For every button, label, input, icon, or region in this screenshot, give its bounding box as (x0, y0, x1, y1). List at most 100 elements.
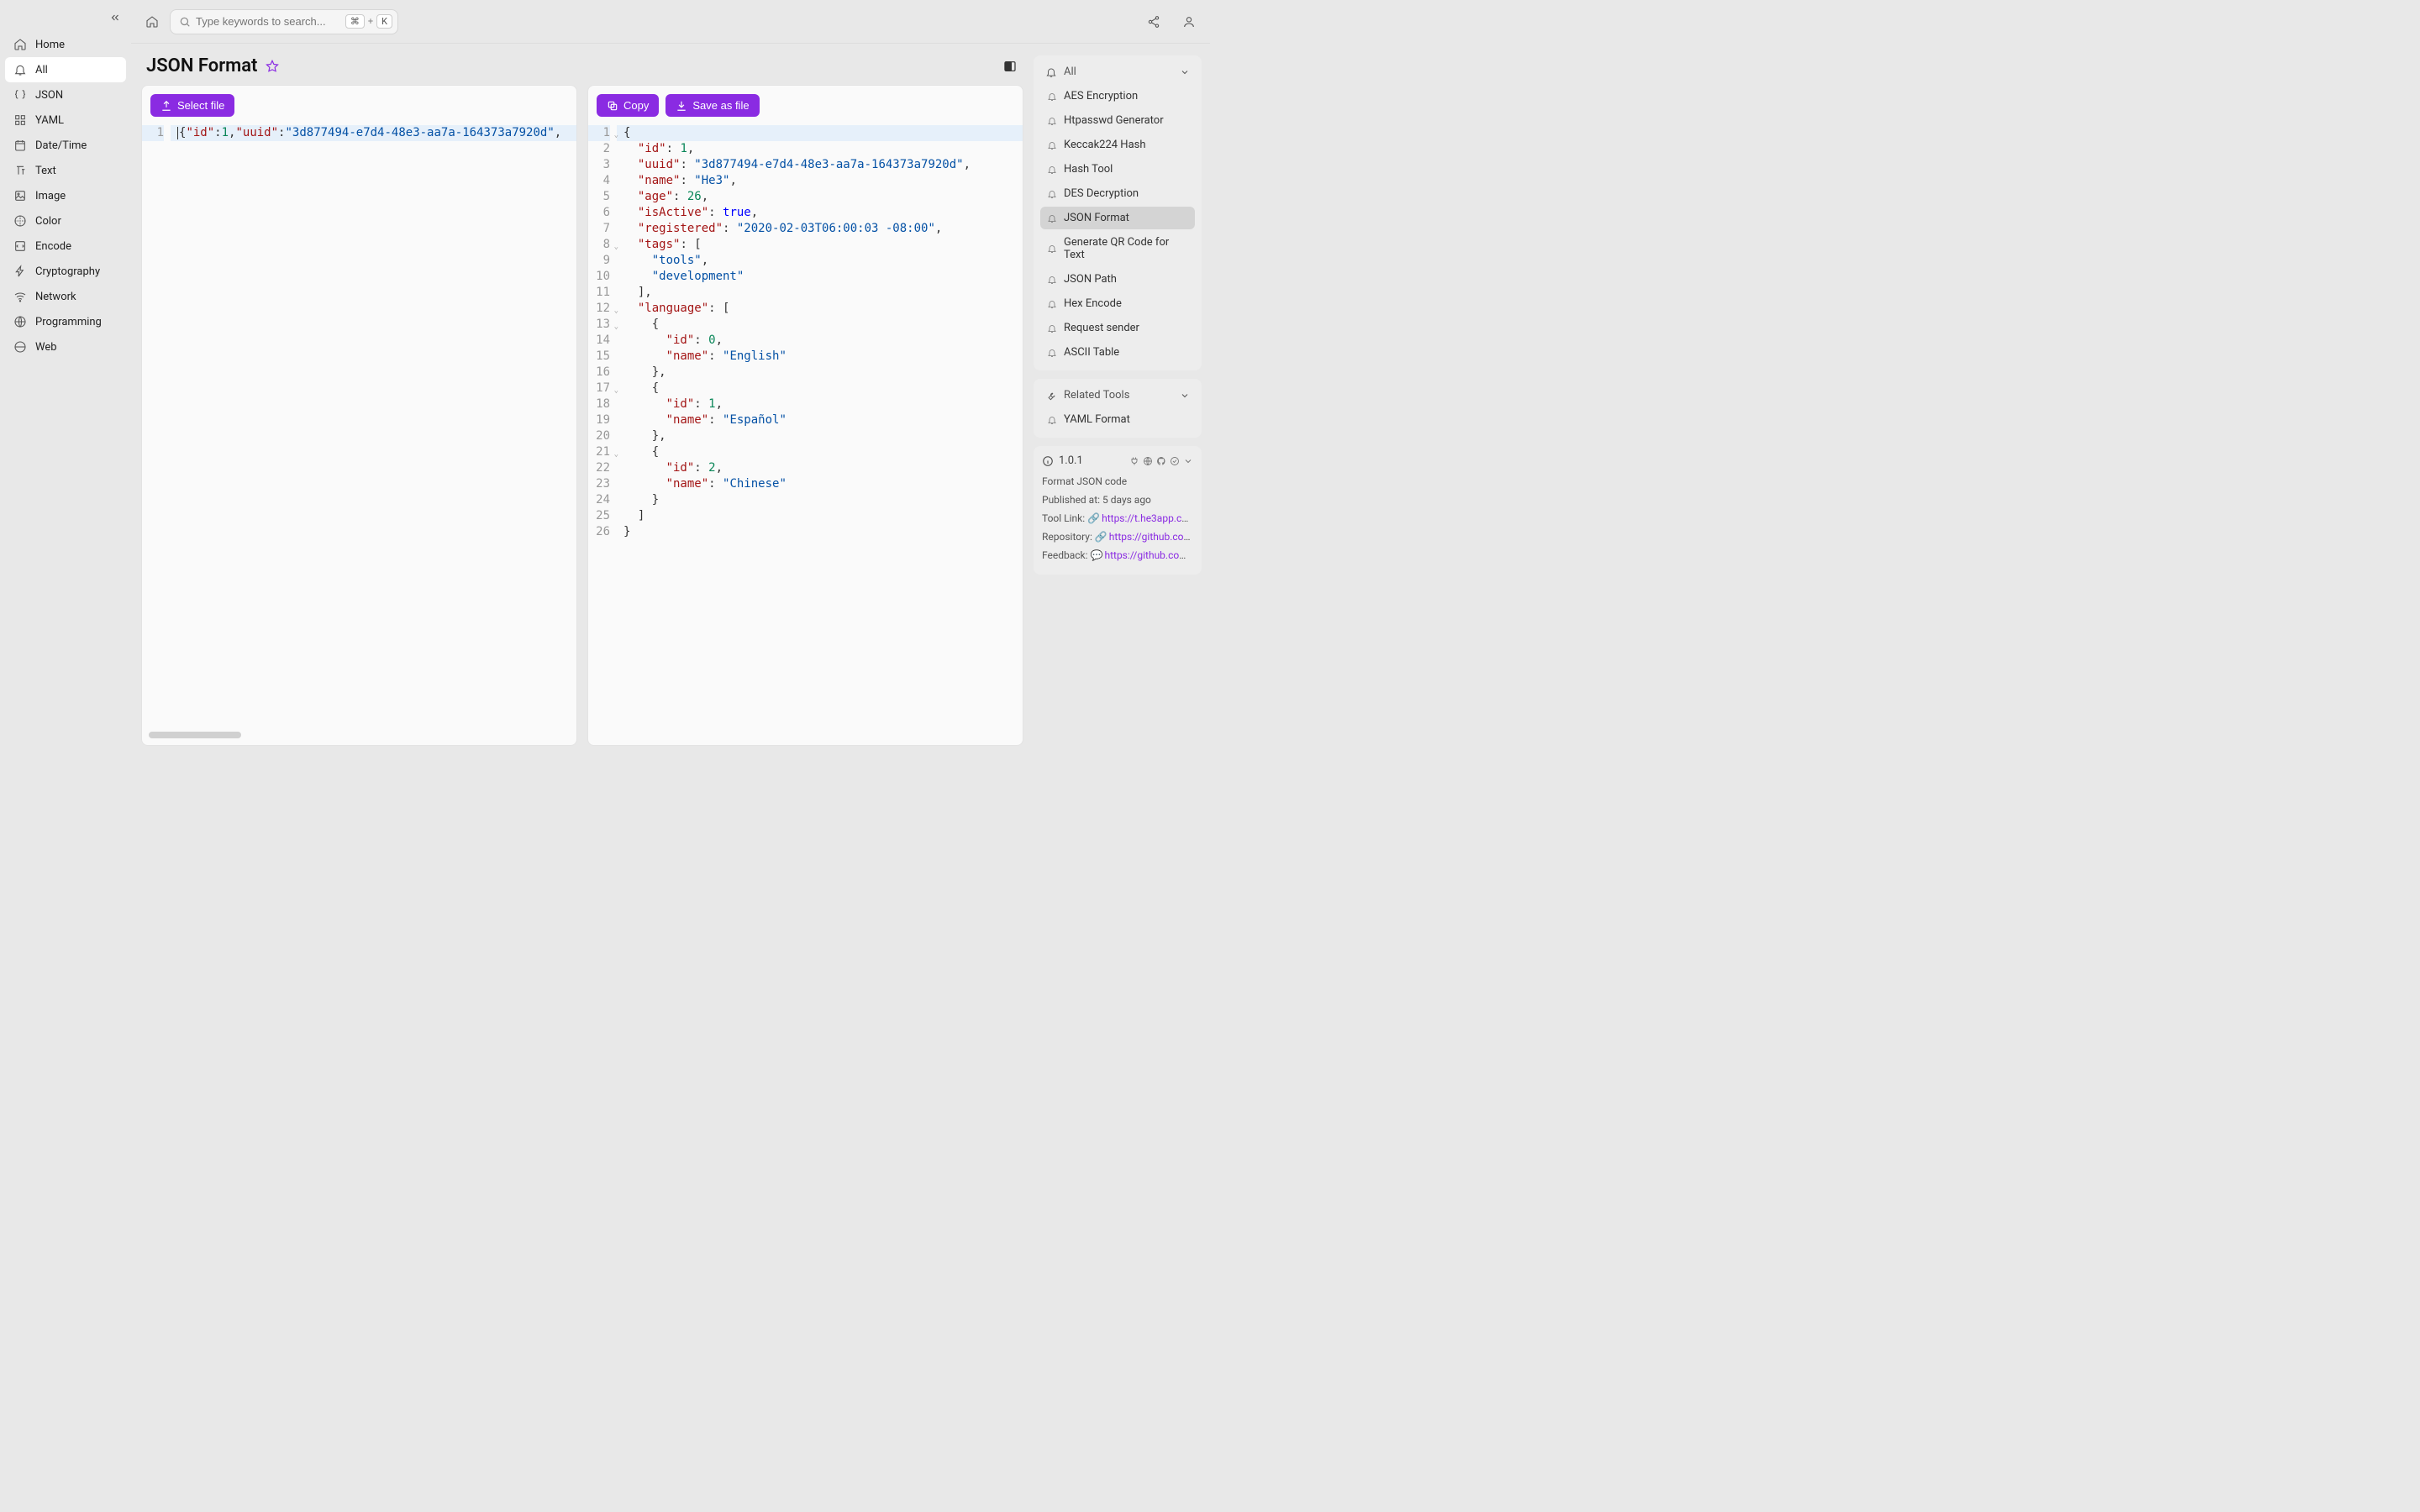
github-icon[interactable] (1156, 456, 1166, 466)
bell-icon (1047, 415, 1057, 425)
share-button[interactable] (1144, 13, 1163, 31)
tool-label: JSON Format (1064, 212, 1129, 224)
tool-link-line: Tool Link: 🔗https://t.he3app.co… (1042, 511, 1193, 526)
tool-item[interactable]: DES Decryption (1040, 182, 1195, 205)
nav-label: Programming (35, 316, 102, 328)
tool-item[interactable]: Request sender (1040, 317, 1195, 339)
related-tool-item[interactable]: YAML Format (1040, 408, 1195, 431)
nav-item-color[interactable]: Color (5, 208, 126, 234)
nav-label: Network (35, 291, 76, 303)
tool-label: Generate QR Code for Text (1064, 236, 1188, 261)
input-code-area[interactable]: 1 {"id":1,"uuid":"3d877494-e7d4-48e3-aa7… (142, 125, 576, 745)
nav-item-programming[interactable]: Programming (5, 309, 126, 334)
copy-button[interactable]: Copy (597, 94, 659, 117)
tool-item[interactable]: Generate QR Code for Text (1040, 231, 1195, 266)
home-button[interactable] (143, 13, 161, 31)
feedback-link[interactable]: https://github.com/… (1104, 549, 1193, 561)
profile-button[interactable] (1180, 13, 1198, 31)
nav-item-all[interactable]: All (5, 57, 126, 82)
bell-icon (1047, 165, 1057, 175)
calendar-icon (13, 139, 27, 152)
related-tools-title: Related Tools (1064, 389, 1129, 402)
select-file-button[interactable]: Select file (150, 94, 234, 117)
palette-icon (13, 214, 27, 228)
bell-icon (13, 63, 27, 76)
search-shortcut: ⌘ + K (345, 14, 392, 29)
tool-item[interactable]: JSON Format (1040, 207, 1195, 229)
tool-item[interactable]: Htpasswd Generator (1040, 109, 1195, 132)
check-circle-icon[interactable] (1170, 456, 1180, 466)
repo-link[interactable]: https://github.com… (1109, 531, 1193, 543)
related-tools-header[interactable]: Related Tools (1039, 384, 1197, 407)
related-tools-panel: Related Tools YAML Format (1034, 379, 1202, 438)
grid-icon (13, 113, 27, 127)
output-editor: Copy Save as file 1⌄2345678⌄9101112⌄13⌄1… (587, 85, 1023, 746)
info-icon (1042, 455, 1054, 467)
topbar: ⌘ + K (131, 0, 1210, 44)
web-icon (13, 340, 27, 354)
bell-icon (1047, 189, 1057, 199)
published-line: Published at: 5 days ago (1042, 492, 1193, 507)
chevron-down-icon[interactable] (1183, 456, 1193, 466)
tool-item[interactable]: ASCII Table (1040, 341, 1195, 364)
input-horizontal-scrollbar[interactable] (149, 732, 570, 740)
nav-item-network[interactable]: Network (5, 284, 126, 309)
chevron-down-icon (1180, 67, 1190, 77)
home-icon (13, 38, 27, 51)
version-text: 1.0.1 (1059, 454, 1083, 467)
plug-icon[interactable] (1129, 456, 1139, 466)
globe-icon (13, 315, 27, 328)
tool-item[interactable]: Hex Encode (1040, 292, 1195, 315)
copy-label: Copy (623, 99, 649, 112)
nav-item-cryptography[interactable]: Cryptography (5, 259, 126, 284)
nav-label: Date/Time (35, 139, 87, 152)
tool-item[interactable]: Hash Tool (1040, 158, 1195, 181)
chat-icon: 💬 (1091, 549, 1103, 561)
nav-item-json[interactable]: JSON (5, 82, 126, 108)
globe-icon[interactable] (1143, 456, 1153, 466)
tool-item[interactable]: JSON Path (1040, 268, 1195, 291)
nav-label: Home (35, 39, 65, 51)
search-input[interactable] (196, 15, 345, 28)
tool-label: JSON Path (1064, 273, 1117, 286)
nav-item-image[interactable]: Image (5, 183, 126, 208)
output-code-area[interactable]: 1⌄2345678⌄9101112⌄13⌄14151617⌄18192021⌄2… (588, 125, 1023, 745)
braces-icon (13, 88, 27, 102)
bell-icon (1047, 299, 1057, 309)
image-icon (13, 189, 27, 202)
bell-icon (1047, 244, 1057, 254)
search-box[interactable]: ⌘ + K (170, 9, 398, 34)
toggle-right-panel-button[interactable] (1002, 58, 1018, 75)
left-sidebar: Home All JSON YAML Date/Time Text ImageColorEn… (0, 0, 131, 756)
tool-label: DES Decryption (1064, 187, 1139, 200)
bell-icon (1047, 116, 1057, 126)
nav-item-date-time[interactable]: Date/Time (5, 133, 126, 158)
encode-icon (13, 239, 27, 253)
tool-item[interactable]: Keccak224 Hash (1040, 134, 1195, 156)
tool-item[interactable]: AES Encryption (1040, 85, 1195, 108)
tool-link[interactable]: https://t.he3app.co… (1102, 512, 1193, 524)
nav-item-yaml[interactable]: YAML (5, 108, 126, 133)
nav-label: Web (35, 341, 57, 354)
collapse-sidebar-button[interactable] (108, 10, 123, 25)
all-tools-title: All (1064, 66, 1076, 78)
bell-icon (1047, 140, 1057, 150)
nav-label: JSON (35, 89, 63, 102)
nav-item-web[interactable]: Web (5, 334, 126, 360)
bell-icon (1047, 92, 1057, 102)
save-as-file-button[interactable]: Save as file (666, 94, 759, 117)
copy-icon (607, 100, 618, 112)
all-tools-header[interactable]: All (1039, 60, 1197, 83)
tool-label: Hex Encode (1064, 297, 1122, 310)
search-icon (179, 16, 191, 28)
nav-item-text[interactable]: Text (5, 158, 126, 183)
nav-item-encode[interactable]: Encode (5, 234, 126, 259)
tool-label: AES Encryption (1064, 90, 1138, 102)
nav-label: Text (35, 165, 56, 177)
favorite-button[interactable] (266, 60, 279, 73)
bell-icon (1047, 323, 1057, 333)
upload-icon (160, 100, 172, 112)
download-icon (676, 100, 687, 112)
nav-item-home[interactable]: Home (5, 32, 126, 57)
all-tools-panel: All AES Encryption Htpasswd GeneratorKecc… (1034, 55, 1202, 370)
